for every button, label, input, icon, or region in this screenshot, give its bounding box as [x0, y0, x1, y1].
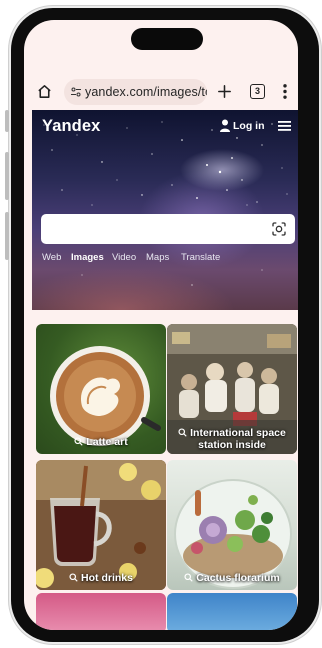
service-tab-translate[interactable]: Translate — [181, 252, 220, 263]
address-bar-url: yandex.com/images/tc — [85, 85, 207, 99]
tile-caption-line-2: station inside — [198, 439, 266, 451]
cactus-florarium-image — [174, 479, 292, 589]
gallery-tile-hot-drinks[interactable]: Hot drinks — [36, 460, 166, 590]
service-tab-images[interactable]: Images — [71, 252, 104, 263]
gallery-tile-partial[interactable] — [36, 593, 166, 630]
phone-volume-down — [5, 212, 9, 260]
tile-caption: Latte art — [36, 436, 166, 448]
menu-icon[interactable] — [278, 121, 291, 131]
tile-caption-text: Hot drinks — [81, 572, 133, 584]
tile-caption-text: International space — [190, 427, 286, 439]
address-bar[interactable]: yandex.com/images/tc — [64, 79, 207, 105]
service-tab-maps[interactable]: Maps — [146, 252, 169, 263]
gallery-tile-space-station[interactable]: International space station inside — [167, 324, 297, 454]
yandex-logo[interactable]: Yandex — [42, 117, 100, 136]
yandex-hero-banner: Yandex Log in Web Images Video Maps Tran… — [32, 110, 298, 310]
site-settings-icon[interactable] — [70, 86, 82, 98]
latte-art-image — [50, 346, 161, 446]
gallery-tile-latte-art[interactable]: Latte art — [36, 324, 166, 454]
user-icon — [220, 119, 230, 132]
tile-caption: International space station inside — [167, 427, 297, 451]
search-icon — [184, 573, 193, 582]
plus-icon[interactable] — [216, 83, 233, 100]
tile-caption-line-1: International space — [167, 427, 297, 439]
starry-sky-background — [43, 121, 288, 286]
search-icon — [69, 573, 78, 582]
tile-caption-text: Latte art — [86, 436, 128, 448]
gallery-tile-partial[interactable] — [167, 593, 297, 630]
hot-drinks-image — [36, 460, 166, 590]
tile-caption: Cactus florarium — [167, 572, 297, 584]
tile-caption: Hot drinks — [36, 572, 166, 584]
gallery-tile-cactus-florarium[interactable]: Cactus florarium — [167, 460, 297, 590]
tile-caption-text: Cactus florarium — [196, 572, 280, 584]
phone-mute-switch — [5, 110, 9, 132]
dynamic-island — [131, 28, 203, 50]
phone-screen: yandex.com/images/tc 3 Yandex Log in Web… — [24, 20, 298, 630]
home-icon[interactable] — [36, 83, 53, 100]
more-vert-icon[interactable] — [282, 83, 288, 100]
camera-search-icon[interactable] — [271, 221, 287, 237]
search-input[interactable] — [41, 214, 295, 244]
phone-volume-up — [5, 152, 9, 200]
tabs-icon[interactable]: 3 — [250, 84, 265, 99]
search-icon — [178, 428, 187, 437]
search-icon — [74, 437, 83, 446]
service-tab-web[interactable]: Web — [42, 252, 61, 263]
browser-toolbar: yandex.com/images/tc 3 — [24, 78, 298, 106]
service-tab-video[interactable]: Video — [112, 252, 136, 263]
login-label: Log in — [233, 120, 265, 132]
